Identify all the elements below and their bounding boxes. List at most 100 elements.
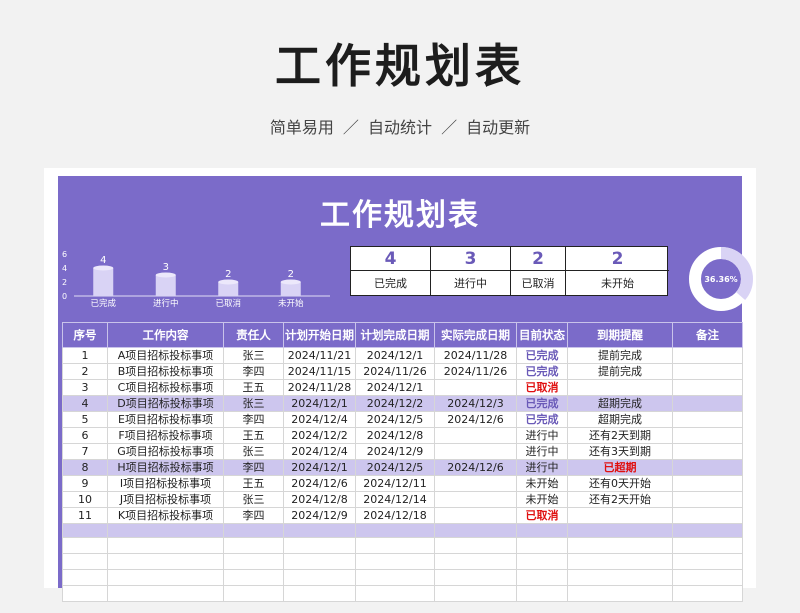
cell-task[interactable]: D项目招标投标事项 <box>107 395 224 412</box>
cell-task[interactable]: A项目招标投标事项 <box>107 347 224 364</box>
cell-remind[interactable]: 已超期 <box>567 459 673 476</box>
cell-status[interactable]: 已完成 <box>516 363 568 380</box>
cell-actual-end[interactable]: 2024/11/28 <box>434 347 517 364</box>
cell-plan-end[interactable]: 2024/12/14 <box>355 491 435 508</box>
cell-plan-end[interactable]: 2024/11/26 <box>355 363 435 380</box>
cell-note[interactable] <box>672 411 743 428</box>
cell-remind[interactable]: 超期完成 <box>567 411 673 428</box>
cell-remind[interactable] <box>567 507 673 524</box>
cell-empty[interactable] <box>355 569 435 586</box>
cell-owner[interactable]: 王五 <box>223 475 284 492</box>
cell-owner[interactable]: 李四 <box>223 363 284 380</box>
cell-status[interactable]: 进行中 <box>516 427 568 444</box>
cell-empty[interactable] <box>355 523 435 538</box>
cell-empty[interactable] <box>567 569 673 586</box>
cell-task[interactable]: K项目招标投标事项 <box>107 507 224 524</box>
cell-note[interactable] <box>672 443 743 460</box>
cell-status[interactable]: 已取消 <box>516 379 568 396</box>
cell-plan-start[interactable]: 2024/12/2 <box>283 427 356 444</box>
cell-actual-end[interactable]: 2024/12/6 <box>434 411 517 428</box>
cell-empty[interactable] <box>567 537 673 554</box>
cell-plan-end[interactable]: 2024/12/5 <box>355 411 435 428</box>
cell-owner[interactable]: 张三 <box>223 347 284 364</box>
cell-no[interactable]: 3 <box>62 379 108 396</box>
cell-task[interactable]: C项目招标投标事项 <box>107 379 224 396</box>
cell-no[interactable]: 1 <box>62 347 108 364</box>
cell-empty[interactable] <box>107 585 224 602</box>
cell-empty[interactable] <box>62 585 108 602</box>
cell-empty[interactable] <box>672 553 743 570</box>
cell-empty[interactable] <box>355 537 435 554</box>
cell-no[interactable]: 10 <box>62 491 108 508</box>
cell-plan-end[interactable]: 2024/12/1 <box>355 379 435 396</box>
cell-empty[interactable] <box>223 523 284 538</box>
cell-empty[interactable] <box>62 569 108 586</box>
cell-no[interactable]: 2 <box>62 363 108 380</box>
cell-owner[interactable]: 张三 <box>223 443 284 460</box>
cell-remind[interactable]: 还有2天开始 <box>567 491 673 508</box>
cell-remind[interactable]: 提前完成 <box>567 347 673 364</box>
cell-empty[interactable] <box>62 537 108 554</box>
cell-empty[interactable] <box>62 523 108 538</box>
cell-task[interactable]: I项目招标投标事项 <box>107 475 224 492</box>
cell-empty[interactable] <box>434 553 517 570</box>
cell-plan-end[interactable]: 2024/12/1 <box>355 347 435 364</box>
cell-plan-start[interactable]: 2024/11/21 <box>283 347 356 364</box>
cell-empty[interactable] <box>107 537 224 554</box>
cell-task[interactable]: H项目招标投标事项 <box>107 459 224 476</box>
cell-empty[interactable] <box>62 553 108 570</box>
cell-owner[interactable]: 李四 <box>223 411 284 428</box>
cell-empty[interactable] <box>516 585 568 602</box>
cell-empty[interactable] <box>516 537 568 554</box>
cell-note[interactable] <box>672 475 743 492</box>
cell-empty[interactable] <box>672 585 743 602</box>
cell-no[interactable]: 8 <box>62 459 108 476</box>
cell-plan-end[interactable]: 2024/12/5 <box>355 459 435 476</box>
cell-plan-start[interactable]: 2024/12/1 <box>283 459 356 476</box>
cell-plan-start[interactable]: 2024/11/28 <box>283 379 356 396</box>
cell-plan-end[interactable]: 2024/12/11 <box>355 475 435 492</box>
cell-empty[interactable] <box>434 523 517 538</box>
cell-note[interactable] <box>672 459 743 476</box>
cell-task[interactable]: G项目招标投标事项 <box>107 443 224 460</box>
cell-status[interactable]: 已取消 <box>516 507 568 524</box>
cell-actual-end[interactable] <box>434 443 517 460</box>
cell-plan-start[interactable]: 2024/12/1 <box>283 395 356 412</box>
cell-empty[interactable] <box>434 537 517 554</box>
cell-remind[interactable]: 提前完成 <box>567 363 673 380</box>
cell-plan-end[interactable]: 2024/12/2 <box>355 395 435 412</box>
cell-empty[interactable] <box>283 553 356 570</box>
cell-remind[interactable] <box>567 379 673 396</box>
cell-no[interactable]: 6 <box>62 427 108 444</box>
cell-no[interactable]: 11 <box>62 507 108 524</box>
cell-task[interactable]: B项目招标投标事项 <box>107 363 224 380</box>
cell-empty[interactable] <box>283 585 356 602</box>
cell-empty[interactable] <box>107 569 224 586</box>
cell-status[interactable]: 已完成 <box>516 347 568 364</box>
cell-no[interactable]: 7 <box>62 443 108 460</box>
cell-owner[interactable]: 李四 <box>223 507 284 524</box>
cell-plan-end[interactable]: 2024/12/9 <box>355 443 435 460</box>
cell-note[interactable] <box>672 347 743 364</box>
cell-note[interactable] <box>672 427 743 444</box>
cell-status[interactable]: 未开始 <box>516 475 568 492</box>
cell-empty[interactable] <box>567 585 673 602</box>
cell-actual-end[interactable] <box>434 507 517 524</box>
cell-no[interactable]: 4 <box>62 395 108 412</box>
cell-empty[interactable] <box>223 553 284 570</box>
cell-empty[interactable] <box>107 523 224 538</box>
cell-empty[interactable] <box>107 553 224 570</box>
cell-plan-end[interactable]: 2024/12/18 <box>355 507 435 524</box>
cell-empty[interactable] <box>516 553 568 570</box>
cell-remind[interactable]: 还有2天到期 <box>567 427 673 444</box>
cell-plan-start[interactable]: 2024/12/6 <box>283 475 356 492</box>
cell-empty[interactable] <box>283 569 356 586</box>
cell-actual-end[interactable]: 2024/11/26 <box>434 363 517 380</box>
cell-note[interactable] <box>672 491 743 508</box>
cell-owner[interactable]: 张三 <box>223 491 284 508</box>
cell-note[interactable] <box>672 507 743 524</box>
cell-status[interactable]: 已完成 <box>516 395 568 412</box>
cell-empty[interactable] <box>434 569 517 586</box>
cell-actual-end[interactable]: 2024/12/3 <box>434 395 517 412</box>
cell-empty[interactable] <box>672 523 743 538</box>
